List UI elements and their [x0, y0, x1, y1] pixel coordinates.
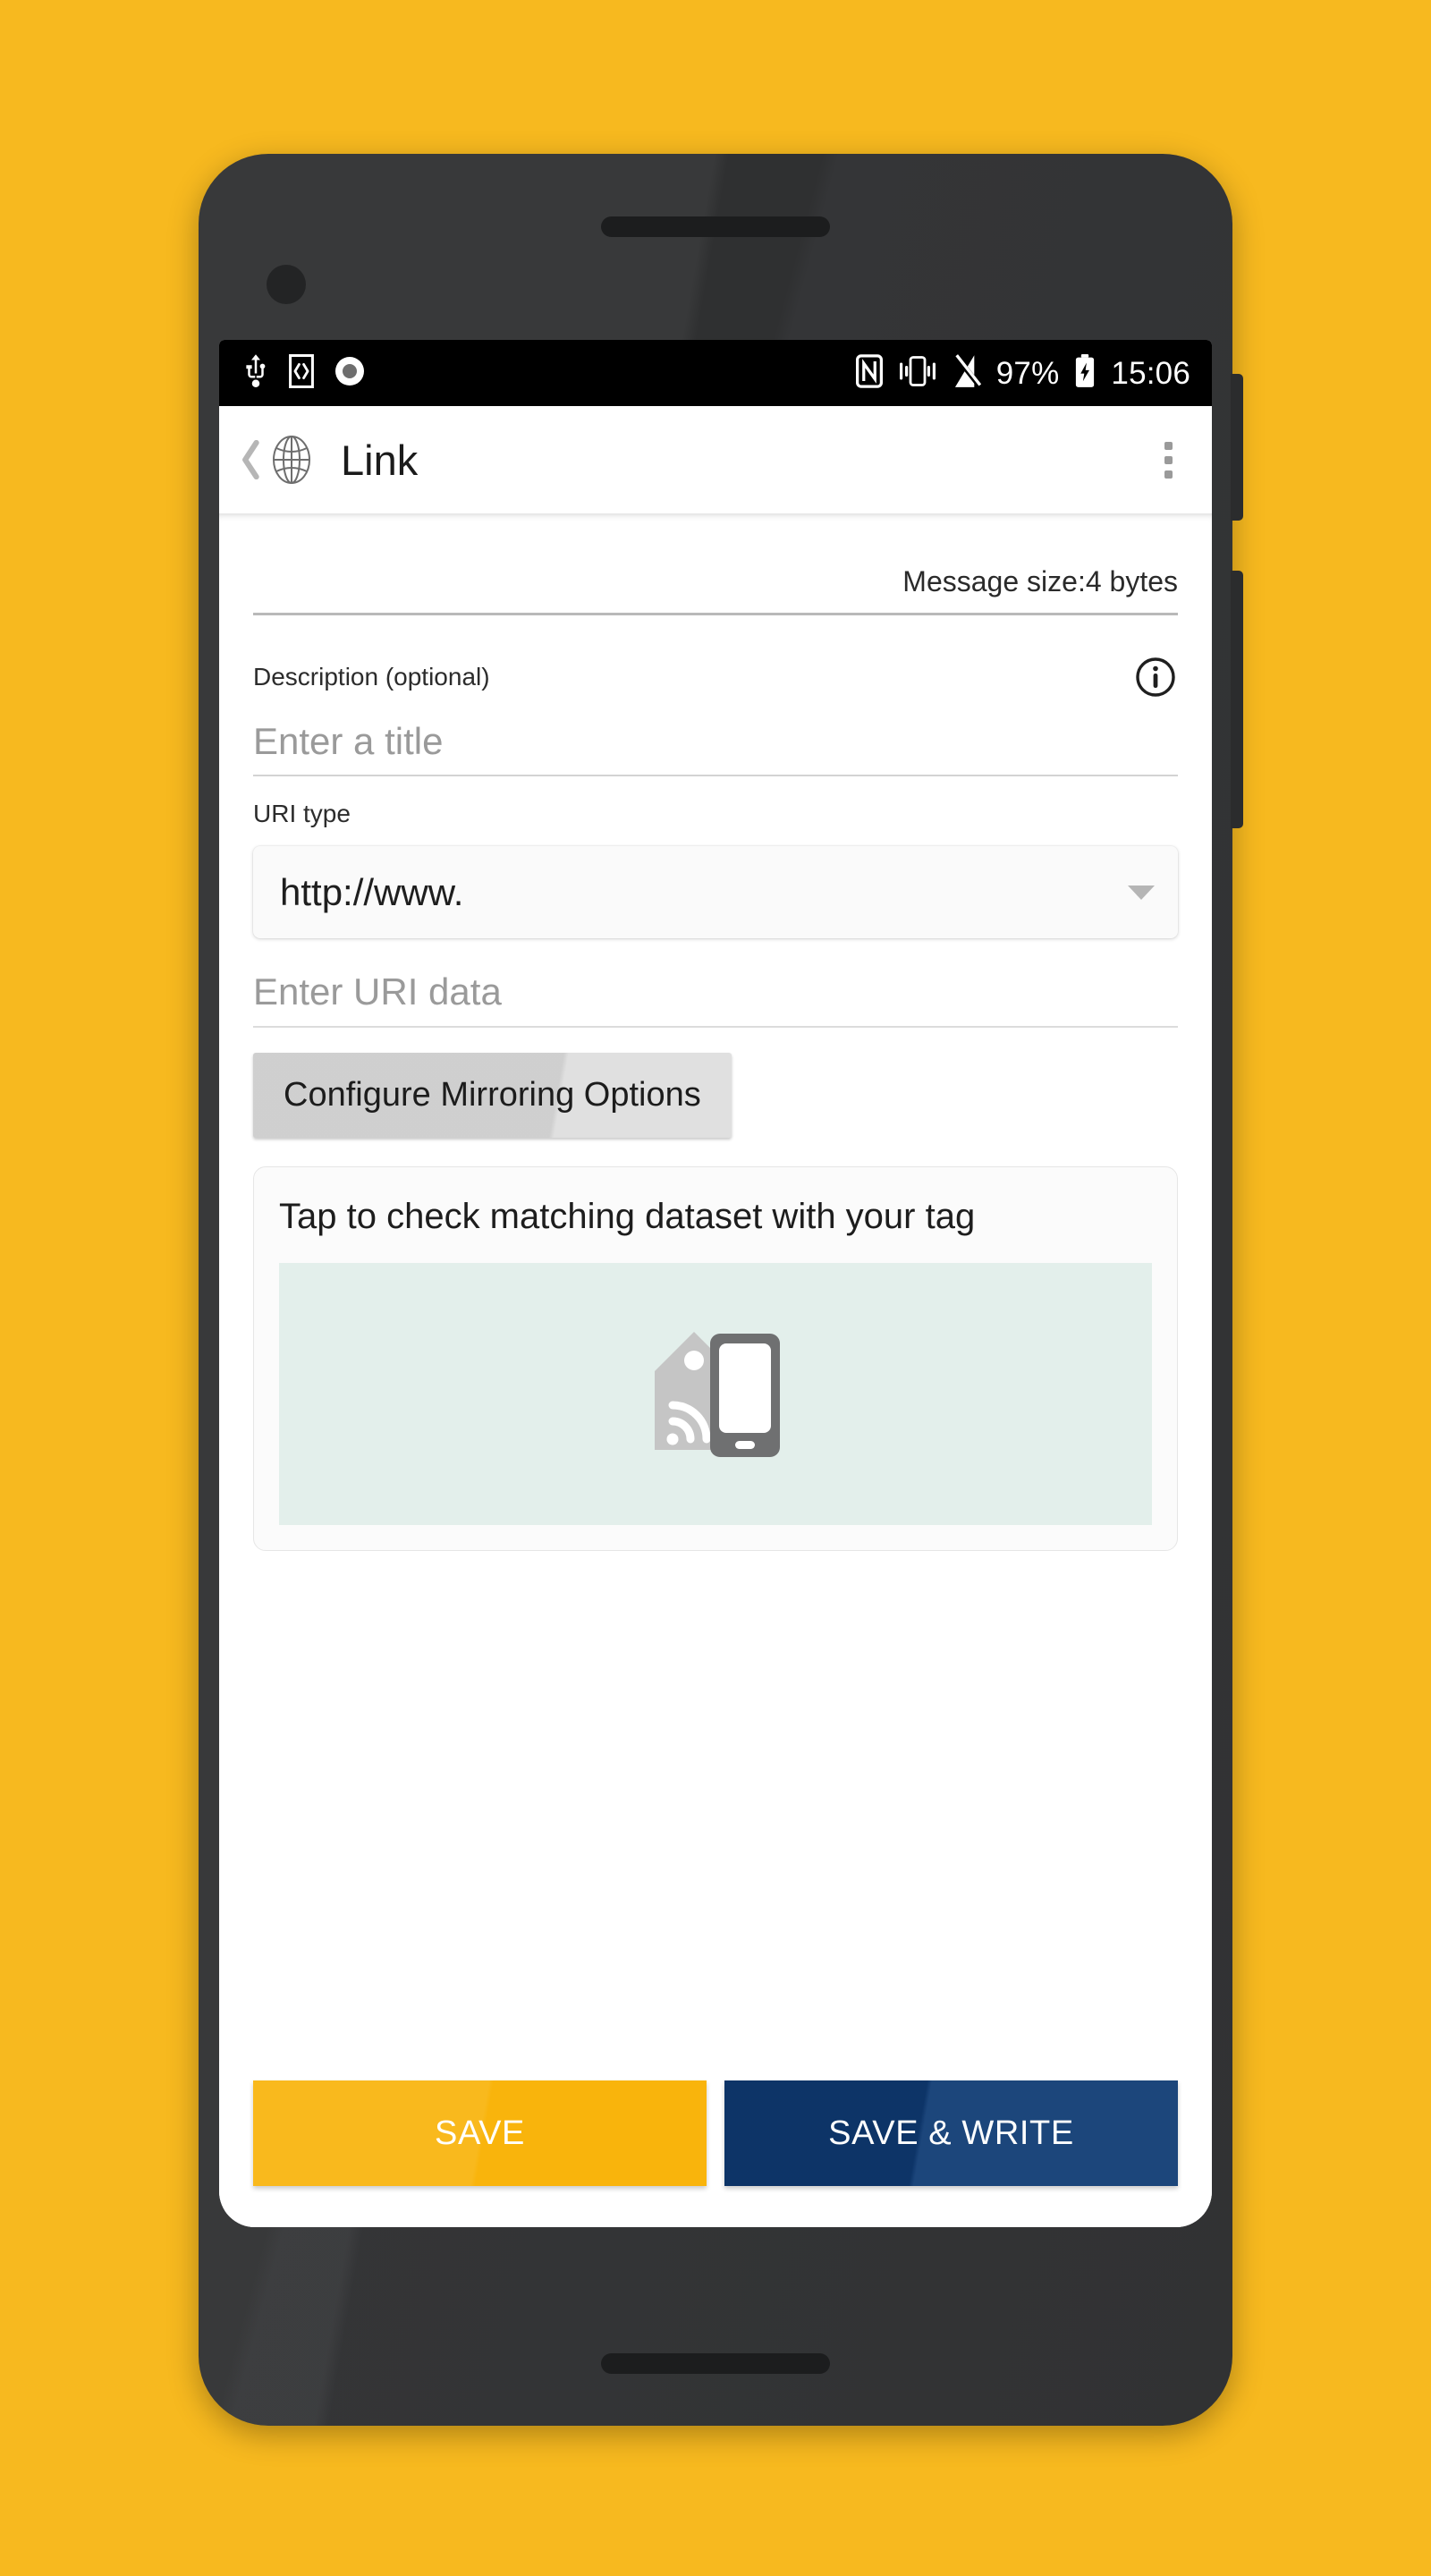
message-size-label: Message size:4 bytes — [902, 565, 1178, 597]
title-input-placeholder: Enter a title — [253, 720, 444, 762]
battery-percent: 97% — [995, 355, 1060, 391]
status-bar-left-icons — [242, 353, 366, 393]
power-button[interactable] — [1231, 374, 1243, 521]
earpiece-speaker — [601, 216, 830, 237]
tap-card-illustration — [279, 1263, 1152, 1526]
uri-type-select[interactable]: http://www. — [253, 846, 1178, 939]
description-label-row: Description (optional) — [253, 655, 1178, 699]
description-label: Description (optional) — [253, 663, 490, 691]
tap-to-check-card[interactable]: Tap to check matching dataset with your … — [253, 1166, 1178, 1552]
form-content: Message size:4 bytes Description (option… — [219, 513, 1212, 2061]
chevron-down-icon — [1128, 885, 1155, 900]
message-size-row: Message size:4 bytes — [253, 513, 1178, 613]
uri-type-label: URI type — [253, 800, 351, 828]
overflow-menu-icon[interactable] — [1152, 433, 1185, 487]
nfc-icon — [855, 353, 883, 393]
front-camera — [267, 265, 306, 304]
page-title: Link — [341, 436, 419, 484]
title-input[interactable]: Enter a title — [253, 720, 1178, 777]
uri-data-input[interactable]: Enter URI data — [253, 970, 1178, 1029]
info-icon[interactable] — [1133, 655, 1178, 699]
configure-mirroring-button[interactable]: Configure Mirroring Options — [253, 1053, 732, 1139]
bottom-speaker — [601, 2353, 830, 2374]
status-bar-right-icons: 97% 15:06 — [855, 353, 1190, 393]
status-bar-clock: 15:06 — [1111, 355, 1190, 391]
globe-icon — [267, 434, 316, 486]
save-and-write-button[interactable]: SAVE & WRITE — [724, 2080, 1178, 2186]
signal-off-icon — [953, 353, 982, 393]
app-toolbar: Link — [219, 406, 1212, 513]
header-divider — [253, 613, 1178, 615]
phone-screen: 97% 15:06 Link Message size:4 bytes Desc… — [219, 340, 1212, 2227]
nfc-tag-phone-icon — [642, 1325, 789, 1463]
back-chevron-icon[interactable] — [239, 440, 262, 479]
status-bar: 97% 15:06 — [219, 340, 1212, 406]
uri-data-input-placeholder: Enter URI data — [253, 970, 502, 1013]
volume-button[interactable] — [1231, 571, 1243, 828]
phone-device: 97% 15:06 Link Message size:4 bytes Desc… — [199, 154, 1243, 2426]
battery-charging-icon — [1074, 353, 1096, 393]
tap-card-title: Tap to check matching dataset with your … — [279, 1197, 976, 1237]
uri-type-selected-value: http://www. — [280, 870, 464, 913]
screen-record-icon — [334, 355, 366, 392]
usb-icon — [242, 353, 269, 393]
vibrate-icon — [898, 355, 937, 392]
action-bar: SAVE SAVE & WRITE — [219, 2061, 1212, 2227]
developer-mode-icon — [289, 353, 314, 393]
save-button[interactable]: SAVE — [253, 2080, 707, 2186]
